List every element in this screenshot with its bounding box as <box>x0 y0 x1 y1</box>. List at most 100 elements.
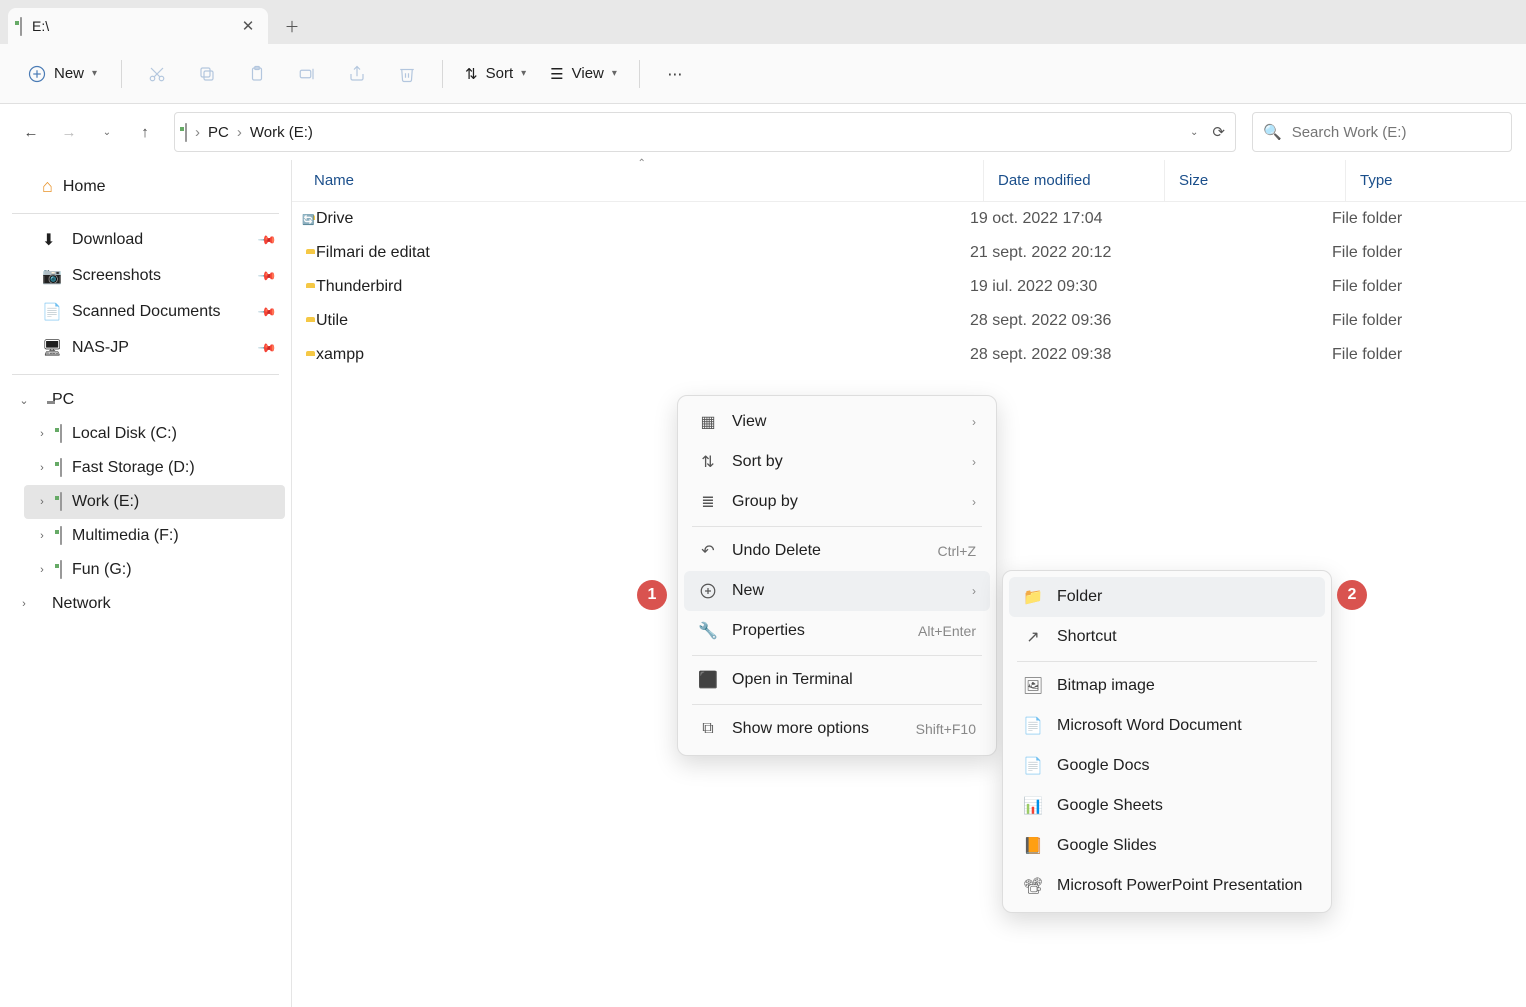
quick-icon: ⬇ <box>42 230 62 250</box>
submenu-item[interactable]: 📄Google Docs <box>1009 746 1325 786</box>
chevron-right-icon[interactable]: › <box>34 428 50 440</box>
ctx-open-terminal[interactable]: ⬛ Open in Terminal <box>684 660 990 700</box>
address-bar[interactable]: › PC › Work (E:) ⌄ ⟳ <box>174 112 1236 152</box>
pin-icon: 📌 <box>257 266 277 286</box>
plus-circle-icon <box>28 65 46 83</box>
file-date: 19 oct. 2022 17:04 <box>970 210 1151 228</box>
sidebar-drive-item[interactable]: › Work (E:) <box>24 485 285 519</box>
column-type[interactable]: Type <box>1346 160 1526 201</box>
share-icon[interactable] <box>336 53 378 95</box>
toolbar: New ▾ ⇅ Sort ▾ ☰ View ▾ ⋯ <box>0 44 1526 104</box>
back-button[interactable]: ← <box>14 115 48 149</box>
file-row[interactable]: Thunderbird19 iul. 2022 09:30File folder <box>292 270 1526 304</box>
file-row[interactable]: xampp28 sept. 2022 09:38File folder <box>292 338 1526 372</box>
file-date: 21 sept. 2022 20:12 <box>970 244 1151 262</box>
submenu-item[interactable]: 🖼Bitmap image <box>1009 666 1325 706</box>
tab-bar: E:\ ✕ ＋ <box>0 0 1526 44</box>
file-row[interactable]: 🔄Drive19 oct. 2022 17:04File folder <box>292 202 1526 236</box>
sidebar-quick-item[interactable]: 📄Scanned Documents📌 <box>6 294 285 330</box>
file-row[interactable]: Utile28 sept. 2022 09:36File folder <box>292 304 1526 338</box>
quick-icon: 📄 <box>42 302 62 322</box>
chevron-right-icon: › <box>972 415 976 429</box>
ctx-sort-by[interactable]: ⇅ Sort by › <box>684 442 990 482</box>
submenu-label: Bitmap image <box>1057 677 1311 695</box>
chevron-right-icon[interactable]: › <box>34 462 50 474</box>
close-icon[interactable]: ✕ <box>240 18 256 34</box>
sidebar-network[interactable]: › Network <box>6 587 285 621</box>
submenu-item[interactable]: 📄Microsoft Word Document <box>1009 706 1325 746</box>
column-name[interactable]: ⌃ Name <box>292 160 983 201</box>
sidebar-label: Work (E:) <box>72 493 139 511</box>
new-button[interactable]: New ▾ <box>18 59 107 89</box>
submenu-item[interactable]: 📽Microsoft PowerPoint Presentation <box>1009 866 1325 906</box>
sidebar-label: Screenshots <box>72 267 161 285</box>
submenu-label: Shortcut <box>1057 628 1311 646</box>
new-label: New <box>54 65 84 82</box>
sidebar-drive-item[interactable]: ›Fun (G:) <box>24 553 285 587</box>
browser-tab[interactable]: E:\ ✕ <box>8 8 268 44</box>
chevron-right-icon[interactable]: › <box>16 598 32 610</box>
separator <box>692 655 982 656</box>
sidebar: ⌂ Home ⬇Download📌📷Screenshots📌📄Scanned D… <box>0 160 292 1007</box>
view-dropdown[interactable]: ☰ View ▾ <box>542 59 625 89</box>
ctx-view[interactable]: ▦ View › <box>684 402 990 442</box>
file-row[interactable]: Filmari de editat21 sept. 2022 20:12File… <box>292 236 1526 270</box>
chevron-right-icon: › <box>972 495 976 509</box>
up-button[interactable]: ↑ <box>128 115 162 149</box>
ctx-undo-delete[interactable]: ↶ Undo Delete Ctrl+Z <box>684 531 990 571</box>
copy-icon[interactable] <box>186 53 228 95</box>
forward-button[interactable]: → <box>52 115 86 149</box>
ctx-properties[interactable]: 🔧 Properties Alt+Enter <box>684 611 990 651</box>
pin-icon: 📌 <box>257 230 277 250</box>
chevron-right-icon[interactable]: › <box>34 564 50 576</box>
context-submenu-new: 📁Folder↗Shortcut 🖼Bitmap image📄Microsoft … <box>1002 570 1332 913</box>
ctx-new[interactable]: New › <box>684 571 990 611</box>
separator <box>692 526 982 527</box>
more-icon[interactable]: ⋯ <box>654 53 696 95</box>
chevron-right-icon: › <box>195 124 200 141</box>
sidebar-drive-item[interactable]: ›Fast Storage (D:) <box>24 451 285 485</box>
pin-icon: 📌 <box>257 338 277 358</box>
delete-icon[interactable] <box>386 53 428 95</box>
refresh-icon[interactable]: ⟳ <box>1212 123 1225 141</box>
sidebar-drive-item[interactable]: ›Multimedia (F:) <box>24 519 285 553</box>
submenu-item[interactable]: ↗Shortcut <box>1009 617 1325 657</box>
submenu-item[interactable]: 📙Google Slides <box>1009 826 1325 866</box>
submenu-label: Microsoft PowerPoint Presentation <box>1057 877 1311 895</box>
sidebar-quick-item[interactable]: 🖥NAS-JP📌 <box>6 330 285 366</box>
chevron-right-icon[interactable]: › <box>34 496 50 508</box>
column-headers: ⌃ Name Date modified Size Type <box>292 160 1526 202</box>
rename-icon[interactable] <box>286 53 328 95</box>
sidebar-quick-item[interactable]: ⬇Download📌 <box>6 222 285 258</box>
ctx-show-more[interactable]: ⧉ Show more options Shift+F10 <box>684 709 990 749</box>
chevron-down-icon[interactable]: ⌄ <box>1190 127 1198 138</box>
sidebar-pc[interactable]: ⌄ PC <box>6 383 285 417</box>
column-size[interactable]: Size <box>1165 160 1345 201</box>
sidebar-drive-item[interactable]: ›Local Disk (C:) <box>24 417 285 451</box>
submenu-item[interactable]: 📁Folder <box>1009 577 1325 617</box>
drive-icon <box>60 459 62 477</box>
column-date[interactable]: Date modified <box>984 160 1164 201</box>
more-icon: ⧉ <box>698 719 718 739</box>
search-box[interactable]: 🔍 <box>1252 112 1512 152</box>
paste-icon[interactable] <box>236 53 278 95</box>
recent-dropdown[interactable]: ⌄ <box>90 115 124 149</box>
search-input[interactable] <box>1292 124 1501 141</box>
new-tab-button[interactable]: ＋ <box>276 10 308 42</box>
drive-icon <box>60 527 62 545</box>
sort-icon: ⇅ <box>698 452 718 472</box>
sidebar-quick-item[interactable]: 📷Screenshots📌 <box>6 258 285 294</box>
group-icon: ≣ <box>698 492 718 512</box>
chevron-down-icon[interactable]: ⌄ <box>16 394 32 407</box>
submenu-item[interactable]: 📊Google Sheets <box>1009 786 1325 826</box>
sidebar-home[interactable]: ⌂ Home <box>6 168 285 205</box>
submenu-label: Google Sheets <box>1057 797 1311 815</box>
breadcrumb-pc[interactable]: PC <box>208 124 229 141</box>
sort-icon: ⇅ <box>465 65 478 83</box>
chevron-right-icon: › <box>237 124 242 141</box>
cut-icon[interactable] <box>136 53 178 95</box>
chevron-right-icon[interactable]: › <box>34 530 50 542</box>
breadcrumb-work[interactable]: Work (E:) <box>250 124 313 141</box>
sort-dropdown[interactable]: ⇅ Sort ▾ <box>457 59 534 89</box>
ctx-group-by[interactable]: ≣ Group by › <box>684 482 990 522</box>
